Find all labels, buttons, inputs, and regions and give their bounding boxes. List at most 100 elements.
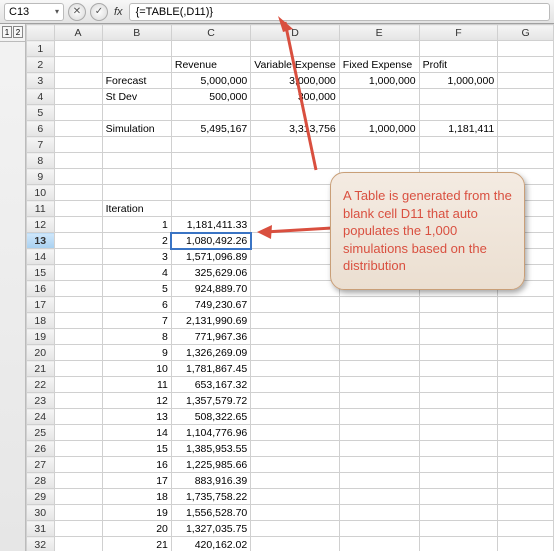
cell-B23[interactable]: 12 xyxy=(102,393,171,409)
row-header[interactable]: 1 xyxy=(27,41,55,57)
cell-A20[interactable] xyxy=(54,345,102,361)
accept-button[interactable]: ✓ xyxy=(90,3,108,21)
cell-E28[interactable] xyxy=(339,473,419,489)
cell-G22[interactable] xyxy=(498,377,554,393)
row-header[interactable]: 13 xyxy=(27,233,55,249)
cell-B7[interactable] xyxy=(102,137,171,153)
cell-B17[interactable]: 6 xyxy=(102,297,171,313)
cell-F8[interactable] xyxy=(419,153,498,169)
cell-D22[interactable] xyxy=(251,377,340,393)
cell-D3[interactable]: 3,000,000 xyxy=(251,73,340,89)
cell-C25[interactable]: 1,104,776.96 xyxy=(171,425,250,441)
cell-F4[interactable] xyxy=(419,89,498,105)
cell-A23[interactable] xyxy=(54,393,102,409)
cell-C8[interactable] xyxy=(171,153,250,169)
cell-C30[interactable]: 1,556,528.70 xyxy=(171,505,250,521)
outline-level-1[interactable]: 1 xyxy=(2,26,12,38)
row-header[interactable]: 7 xyxy=(27,137,55,153)
cell-C28[interactable]: 883,916.39 xyxy=(171,473,250,489)
cell-C4[interactable]: 500,000 xyxy=(171,89,250,105)
cell-A16[interactable] xyxy=(54,281,102,297)
row-header[interactable]: 15 xyxy=(27,265,55,281)
cell-G4[interactable] xyxy=(498,89,554,105)
cell-B13[interactable]: 2 xyxy=(102,233,171,249)
cell-F17[interactable] xyxy=(419,297,498,313)
cell-B26[interactable]: 15 xyxy=(102,441,171,457)
cell-D7[interactable] xyxy=(251,137,340,153)
cell-E6[interactable]: 1,000,000 xyxy=(339,121,419,137)
cell-A5[interactable] xyxy=(54,105,102,121)
cell-E3[interactable]: 1,000,000 xyxy=(339,73,419,89)
fx-icon[interactable]: fx xyxy=(114,6,123,18)
row-header[interactable]: 30 xyxy=(27,505,55,521)
cell-B21[interactable]: 10 xyxy=(102,361,171,377)
row-header[interactable]: 2 xyxy=(27,57,55,73)
cell-A2[interactable] xyxy=(54,57,102,73)
cell-B18[interactable]: 7 xyxy=(102,313,171,329)
cell-G3[interactable] xyxy=(498,73,554,89)
cell-F3[interactable]: 1,000,000 xyxy=(419,73,498,89)
cell-A13[interactable] xyxy=(54,233,102,249)
cell-A10[interactable] xyxy=(54,185,102,201)
cell-G18[interactable] xyxy=(498,313,554,329)
cell-E5[interactable] xyxy=(339,105,419,121)
cell-C14[interactable]: 1,571,096.89 xyxy=(171,249,250,265)
cell-F25[interactable] xyxy=(419,425,498,441)
cell-C12[interactable]: 1,181,411.33 xyxy=(171,217,250,233)
cell-F18[interactable] xyxy=(419,313,498,329)
cell-E18[interactable] xyxy=(339,313,419,329)
column-header-F[interactable]: F xyxy=(419,25,498,41)
cell-D29[interactable] xyxy=(251,489,340,505)
cell-C18[interactable]: 2,131,990.69 xyxy=(171,313,250,329)
cell-G7[interactable] xyxy=(498,137,554,153)
cell-C5[interactable] xyxy=(171,105,250,121)
row-header[interactable]: 8 xyxy=(27,153,55,169)
cell-B32[interactable]: 21 xyxy=(102,537,171,551)
cell-E4[interactable] xyxy=(339,89,419,105)
cell-A1[interactable] xyxy=(54,41,102,57)
cell-B29[interactable]: 18 xyxy=(102,489,171,505)
cell-E27[interactable] xyxy=(339,457,419,473)
cell-G24[interactable] xyxy=(498,409,554,425)
cell-E2[interactable]: Fixed Expense xyxy=(339,57,419,73)
cell-B25[interactable]: 14 xyxy=(102,425,171,441)
cell-C11[interactable] xyxy=(171,201,250,217)
cell-C3[interactable]: 5,000,000 xyxy=(171,73,250,89)
cell-D4[interactable]: 300,000 xyxy=(251,89,340,105)
cell-C7[interactable] xyxy=(171,137,250,153)
cell-F29[interactable] xyxy=(419,489,498,505)
cell-G31[interactable] xyxy=(498,521,554,537)
cell-A32[interactable] xyxy=(54,537,102,551)
cell-E24[interactable] xyxy=(339,409,419,425)
row-header[interactable]: 5 xyxy=(27,105,55,121)
cell-A19[interactable] xyxy=(54,329,102,345)
cell-C29[interactable]: 1,735,758.22 xyxy=(171,489,250,505)
column-header-A[interactable]: A xyxy=(54,25,102,41)
row-header[interactable]: 24 xyxy=(27,409,55,425)
row-header[interactable]: 4 xyxy=(27,89,55,105)
cell-F6[interactable]: 1,181,411 xyxy=(419,121,498,137)
cell-D17[interactable] xyxy=(251,297,340,313)
cell-A22[interactable] xyxy=(54,377,102,393)
cell-A15[interactable] xyxy=(54,265,102,281)
cell-C9[interactable] xyxy=(171,169,250,185)
cell-A25[interactable] xyxy=(54,425,102,441)
cell-F20[interactable] xyxy=(419,345,498,361)
cell-D27[interactable] xyxy=(251,457,340,473)
cell-B12[interactable]: 1 xyxy=(102,217,171,233)
cell-G25[interactable] xyxy=(498,425,554,441)
cell-G30[interactable] xyxy=(498,505,554,521)
cell-A12[interactable] xyxy=(54,217,102,233)
cell-E31[interactable] xyxy=(339,521,419,537)
cell-F5[interactable] xyxy=(419,105,498,121)
cell-C1[interactable] xyxy=(171,41,250,57)
cell-C32[interactable]: 420,162.02 xyxy=(171,537,250,551)
cell-A27[interactable] xyxy=(54,457,102,473)
cell-B5[interactable] xyxy=(102,105,171,121)
cell-B19[interactable]: 8 xyxy=(102,329,171,345)
cell-F21[interactable] xyxy=(419,361,498,377)
cell-G20[interactable] xyxy=(498,345,554,361)
cell-D21[interactable] xyxy=(251,361,340,377)
cell-B22[interactable]: 11 xyxy=(102,377,171,393)
cell-G26[interactable] xyxy=(498,441,554,457)
